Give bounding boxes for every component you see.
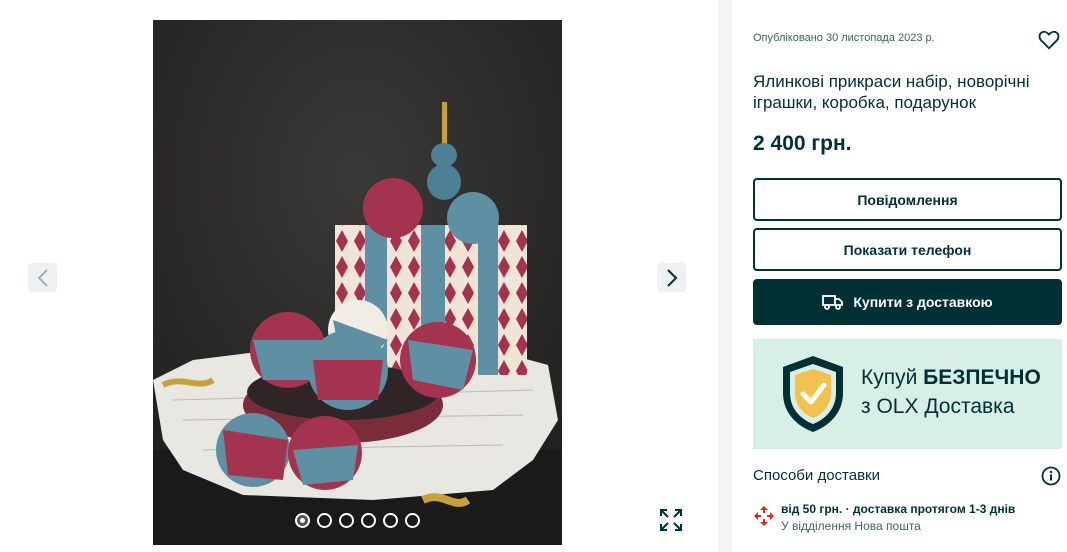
info-icon[interactable]	[1041, 466, 1061, 486]
listing-photo[interactable]	[153, 20, 562, 545]
show-phone-button[interactable]: Показати телефон	[753, 228, 1062, 271]
buy-with-delivery-label: Купити з доставкою	[853, 294, 993, 310]
pagination-dot[interactable]	[339, 513, 354, 528]
image-pagination	[295, 513, 420, 528]
message-button-label: Повідомлення	[857, 191, 958, 208]
delivery-option-method: У відділення Нова пошта	[781, 519, 921, 533]
delivery-methods-heading: Способи доставки	[753, 467, 880, 484]
banner-line-2: з OLX Доставка	[861, 395, 1015, 418]
chevron-left-icon	[37, 268, 48, 287]
chevron-right-icon	[666, 268, 677, 287]
listing-sidebar: Опубліковано 30 листопада 2023 р. Ялинко…	[732, 0, 1067, 552]
listing-page: Опубліковано 30 листопада 2023 р. Ялинко…	[0, 0, 1067, 552]
pagination-dot[interactable]	[405, 513, 420, 528]
pagination-dot[interactable]	[361, 513, 376, 528]
pagination-dot[interactable]	[383, 513, 398, 528]
message-button[interactable]: Повідомлення	[753, 178, 1062, 221]
show-phone-button-label: Показати телефон	[843, 241, 972, 258]
published-date: Опубліковано 30 листопада 2023 р.	[753, 32, 935, 44]
previous-image-button[interactable]	[28, 263, 57, 292]
listing-title: Ялинкові прикраси набір, новорічні іграш…	[753, 72, 1030, 112]
heart-icon[interactable]	[1038, 29, 1060, 51]
shield-check-icon	[783, 356, 843, 432]
expand-icon[interactable]	[658, 507, 684, 533]
truck-icon	[822, 295, 844, 310]
banner-line-1: Купуй БЕЗПЕЧНО	[861, 366, 1041, 389]
buy-with-delivery-button[interactable]: Купити з доставкою	[753, 279, 1062, 325]
pagination-dot[interactable]	[295, 513, 310, 528]
listing-price: 2 400 грн.	[753, 132, 852, 155]
nova-poshta-logo	[754, 506, 774, 526]
image-gallery	[0, 0, 718, 552]
delivery-option-summary: від 50 грн. · доставка протягом 1-3 днів	[781, 502, 1016, 516]
safe-delivery-banner[interactable]: Купуй БЕЗПЕЧНО з OLX Доставка	[753, 339, 1062, 449]
next-image-button[interactable]	[657, 263, 686, 292]
pagination-dot[interactable]	[317, 513, 332, 528]
